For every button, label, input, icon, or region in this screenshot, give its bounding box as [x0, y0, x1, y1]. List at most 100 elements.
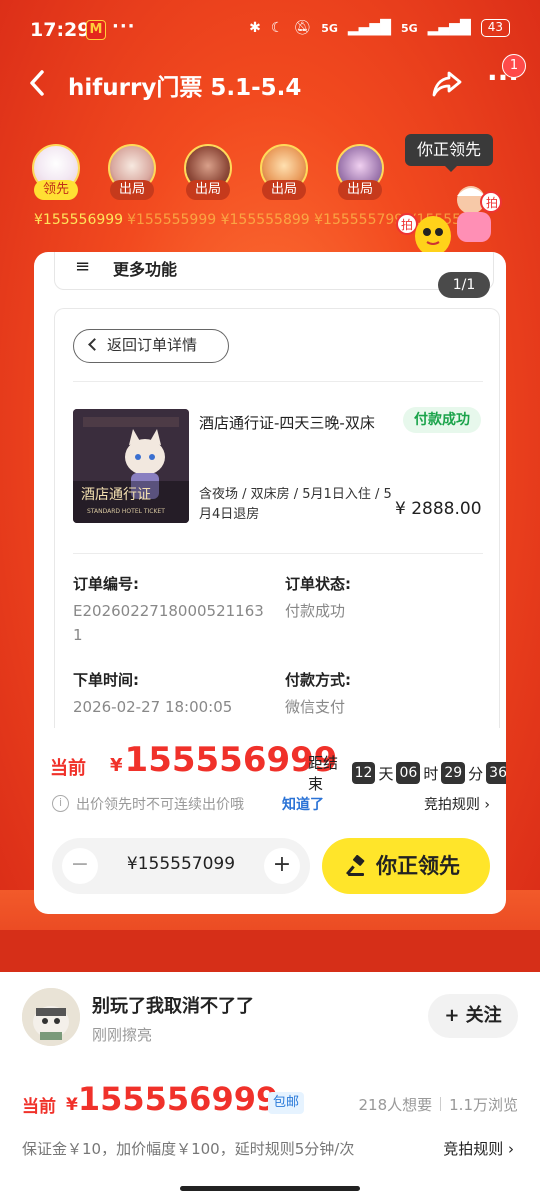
bidder-status-tag: 领先 — [34, 180, 78, 200]
product-image-icon: 酒店通行证 STANDARD HOTEL TICKET — [73, 409, 189, 523]
seller-avatar-icon — [22, 988, 80, 1046]
bidder-avatar[interactable]: 出局 — [260, 144, 312, 200]
order-state-label: 订单状态: — [285, 575, 351, 593]
order-number-label: 订单编号: — [73, 575, 139, 593]
product-name: 酒店通行证-四天三晚-双床 — [199, 414, 375, 432]
product-spec: 含夜场 / 双床房 / 5月1日入住 / 5月4日退房 — [199, 487, 392, 522]
follow-button[interactable]: + 关注 — [428, 994, 518, 1038]
bid-amount-stepper: − ¥155557099 + — [52, 838, 310, 894]
current-price-value: ¥155556999 — [110, 740, 337, 780]
auction-mascot: 拍 拍 — [395, 180, 510, 260]
more-menu-button[interactable]: ··· 1 — [484, 54, 526, 100]
item-stats: 218人想要 1.1万浏览 — [359, 1094, 519, 1115]
divider — [73, 381, 483, 382]
app-notification-icon: M — [86, 20, 106, 40]
bidder-status-tag: 出局 — [110, 180, 154, 200]
auction-rules-link[interactable]: 竞拍规则 › — [424, 794, 490, 814]
place-bid-button[interactable]: 你正领先 — [322, 838, 490, 894]
page-indicator: 1/1 — [438, 272, 490, 298]
auction-rules-link-bottom[interactable]: 竞拍规则 › — [443, 1138, 514, 1159]
home-indicator[interactable] — [180, 1186, 360, 1191]
return-label: 返回订单详情 — [107, 336, 198, 354]
bid-tip-row: i 出价领先时不可连续出价哦 知道了 竞拍规则 › — [52, 792, 492, 816]
order-card: ≡ 更多功能 1/1 返回订单详情 酒店通行证 STANDARD HOTEL T… — [34, 252, 506, 914]
current-price-row: 当前 ¥155556999 距结束 12 天 06 时 29 分 36 — [50, 740, 506, 793]
chevron-left-icon — [88, 338, 101, 351]
bid-button-label: 你正领先 — [376, 854, 460, 878]
signal-bars-icon-2: ▂▄▆█ — [427, 20, 471, 36]
info-icon: i — [52, 795, 69, 812]
thumb-title: 酒店通行证 — [81, 487, 151, 503]
signal-5g-icon: 5G — [321, 21, 338, 35]
days-unit: 天 — [378, 764, 394, 783]
free-shipping-badge: 包邮 — [268, 1092, 305, 1114]
bidder-avatar[interactable]: 出局 — [184, 144, 236, 200]
order-state-value: 付款成功 — [285, 602, 346, 620]
stats-divider — [440, 1097, 442, 1111]
yen-sign: ¥ — [66, 1095, 78, 1115]
bottom-price-number: 155556999 — [77, 1080, 279, 1118]
decrease-bid-button[interactable]: − — [62, 848, 98, 884]
status-indicators: ✱ ☾ 🔕︎ 5G ▂▄▆█ 5G ▂▄▆█ 43 — [249, 19, 510, 37]
current-price-number: 155556999 — [124, 740, 338, 780]
mascot-illustration-icon: 拍 拍 — [396, 186, 502, 256]
share-button[interactable] — [430, 66, 464, 100]
page-title: hifurry门票 5.1-5.4 — [68, 75, 302, 101]
order-detail-frame: 返回订单详情 酒店通行证 STANDARD HOTEL TICKET 酒店通行证… — [54, 308, 500, 728]
signal-5g-icon-2: 5G — [400, 21, 418, 35]
more-notifications-icon: ··· — [112, 16, 136, 37]
hours-unit: 时 — [423, 764, 439, 783]
back-button[interactable] — [24, 66, 54, 100]
notification-badge: 1 — [502, 54, 526, 78]
silent-bell-icon: 🔕︎ — [293, 20, 312, 36]
signal-bars-icon: ▂▄▆█ — [347, 20, 391, 36]
seller-avatar[interactable] — [22, 988, 80, 1046]
bidder-avatar-leader[interactable]: 领先 — [32, 144, 84, 200]
thumb-subtitle: STANDARD HOTEL TICKET — [87, 508, 165, 515]
svg-text:拍: 拍 — [401, 217, 413, 232]
bottom-price-value: ¥155556999 — [66, 1080, 278, 1118]
gavel-icon — [346, 855, 365, 876]
countdown-hours: 06 — [396, 762, 421, 784]
bidder-avatar[interactable]: 出局 — [336, 144, 388, 200]
bid-tip-text: 出价领先时不可连续出价哦 — [76, 797, 244, 813]
back-arrow-icon — [30, 70, 44, 96]
countdown-label: 距结束 — [308, 754, 339, 793]
product-price: ¥ 2888.00 — [395, 499, 482, 519]
bottom-price-label: 当前 — [22, 1097, 56, 1117]
increase-bid-button[interactable]: + — [264, 848, 300, 884]
seller-name[interactable]: 别玩了我取消不了了 — [92, 992, 254, 1018]
share-icon — [432, 71, 462, 97]
svg-text:拍: 拍 — [486, 195, 498, 210]
order-number-value[interactable]: E20260227180005211631 — [73, 599, 273, 647]
return-order-detail-button[interactable]: 返回订单详情 — [73, 329, 229, 363]
leader-bid-amount: ¥155556999 — [34, 212, 124, 228]
payment-method-value: 微信支付 — [285, 698, 346, 716]
bidder-avatar[interactable]: 出局 — [108, 144, 160, 200]
nav-header: hifurry门票 5.1-5.4 ··· 1 — [0, 54, 540, 108]
item-info-panel: 别玩了我取消不了了 刚刚擦亮 + 关注 当前 ¥155556999 包邮 218… — [0, 972, 540, 1200]
countdown-minutes: 29 — [441, 762, 466, 784]
auction-terms: 保证金￥10，加价幅度￥100，延时规则5分钟/次 — [22, 1140, 355, 1158]
bidder-status-tag: 出局 — [262, 180, 306, 200]
more-functions-bar[interactable]: ≡ 更多功能 — [54, 252, 494, 290]
more-functions-label: 更多功能 — [113, 260, 178, 279]
countdown-seconds: 36 — [486, 762, 506, 784]
order-time-value: 2026-02-27 18:00:05 — [73, 698, 233, 716]
bluetooth-icon: ✱ — [249, 20, 261, 36]
divider — [73, 553, 483, 554]
countdown-days: 12 — [351, 762, 376, 784]
got-it-link[interactable]: 知道了 — [282, 794, 324, 814]
product-thumbnail[interactable]: 酒店通行证 STANDARD HOTEL TICKET — [73, 409, 189, 523]
payment-status-badge: 付款成功 — [403, 407, 481, 433]
order-time-label: 下单时间: — [73, 671, 139, 689]
bid-amount-value[interactable]: ¥155557099 — [118, 854, 244, 874]
countdown-timer: 距结束 12 天 06 时 29 分 36 — [308, 752, 506, 794]
bidder-status-tag: 出局 — [186, 180, 230, 200]
status-time: 17:29 — [30, 19, 91, 41]
views-count: 1.1万浏览 — [449, 1096, 518, 1114]
leading-tooltip: 你正领先 — [405, 134, 493, 172]
bidder-status-tag: 出局 — [338, 180, 382, 200]
status-bar: 17:29 M ··· ✱ ☾ 🔕︎ 5G ▂▄▆█ 5G ▂▄▆█ 43 — [0, 0, 540, 56]
menu-icon: ≡ — [75, 256, 91, 277]
